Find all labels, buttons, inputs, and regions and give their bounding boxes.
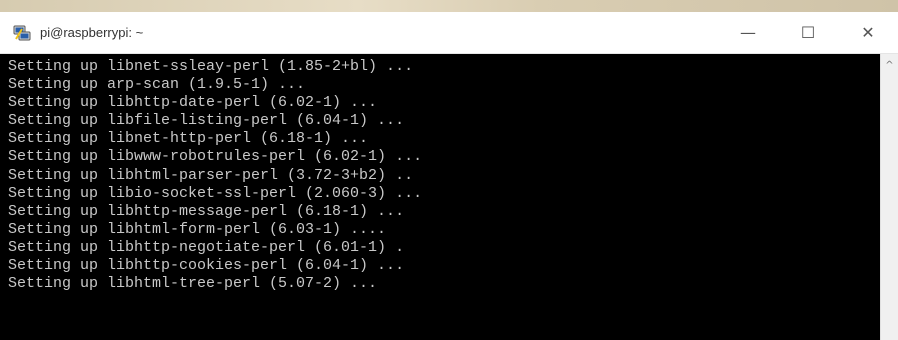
maximize-button[interactable]: ☐ bbox=[778, 12, 838, 54]
terminal-line: Setting up libhttp-cookies-perl (6.04-1)… bbox=[8, 257, 405, 275]
window-title: pi@raspberrypi: ~ bbox=[40, 25, 144, 40]
terminal-line: Setting up libhtml-tree-perl (5.07-2) ..… bbox=[8, 275, 378, 293]
terminal-line: Setting up libhtml-form-perl (6.03-1) ..… bbox=[8, 220, 387, 238]
scroll-up-button[interactable]: ^ bbox=[881, 58, 898, 72]
terminal-line: Setting up libwww-robotrules-perl (6.02-… bbox=[8, 148, 423, 166]
terminal-line: Setting up libhttp-date-perl (6.02-1) ..… bbox=[8, 94, 378, 112]
terminal-line: Setting up libfile-listing-perl (6.04-1)… bbox=[8, 112, 405, 130]
close-icon: ✕ bbox=[861, 23, 875, 42]
terminal-line: Setting up libio-socket-ssl-perl (2.060-… bbox=[8, 184, 423, 202]
terminal-window: pi@raspberrypi: ~ — ☐ ✕ Setting up libne… bbox=[0, 0, 898, 340]
terminal-line: Setting up libhttp-message-perl (6.18-1)… bbox=[8, 202, 405, 220]
minimize-button[interactable]: — bbox=[718, 12, 778, 54]
vertical-scrollbar[interactable]: ^ bbox=[880, 54, 898, 340]
chevron-up-icon: ^ bbox=[885, 59, 894, 71]
putty-icon[interactable] bbox=[12, 23, 32, 43]
title-bar[interactable]: pi@raspberrypi: ~ — ☐ ✕ bbox=[0, 12, 898, 54]
terminal-line: Setting up libhttp-negotiate-perl (6.01-… bbox=[8, 238, 405, 256]
terminal-output[interactable]: Setting up libnet-ssleay-perl (1.85-2+bl… bbox=[0, 54, 880, 340]
close-button[interactable]: ✕ bbox=[838, 12, 898, 54]
window-controls: — ☐ ✕ bbox=[718, 12, 898, 53]
terminal-line: Setting up arp-scan (1.9.5-1) ... bbox=[8, 76, 306, 94]
desktop-background-strip bbox=[0, 0, 898, 12]
maximize-icon: ☐ bbox=[800, 23, 816, 42]
terminal-area: Setting up libnet-ssleay-perl (1.85-2+bl… bbox=[0, 54, 898, 340]
terminal-line: Setting up libhtml-parser-perl (3.72-3+b… bbox=[8, 166, 414, 184]
minimize-icon: — bbox=[740, 23, 756, 42]
terminal-line: Setting up libnet-http-perl (6.18-1) ... bbox=[8, 130, 369, 148]
terminal-line: Setting up libnet-ssleay-perl (1.85-2+bl… bbox=[8, 58, 414, 75]
